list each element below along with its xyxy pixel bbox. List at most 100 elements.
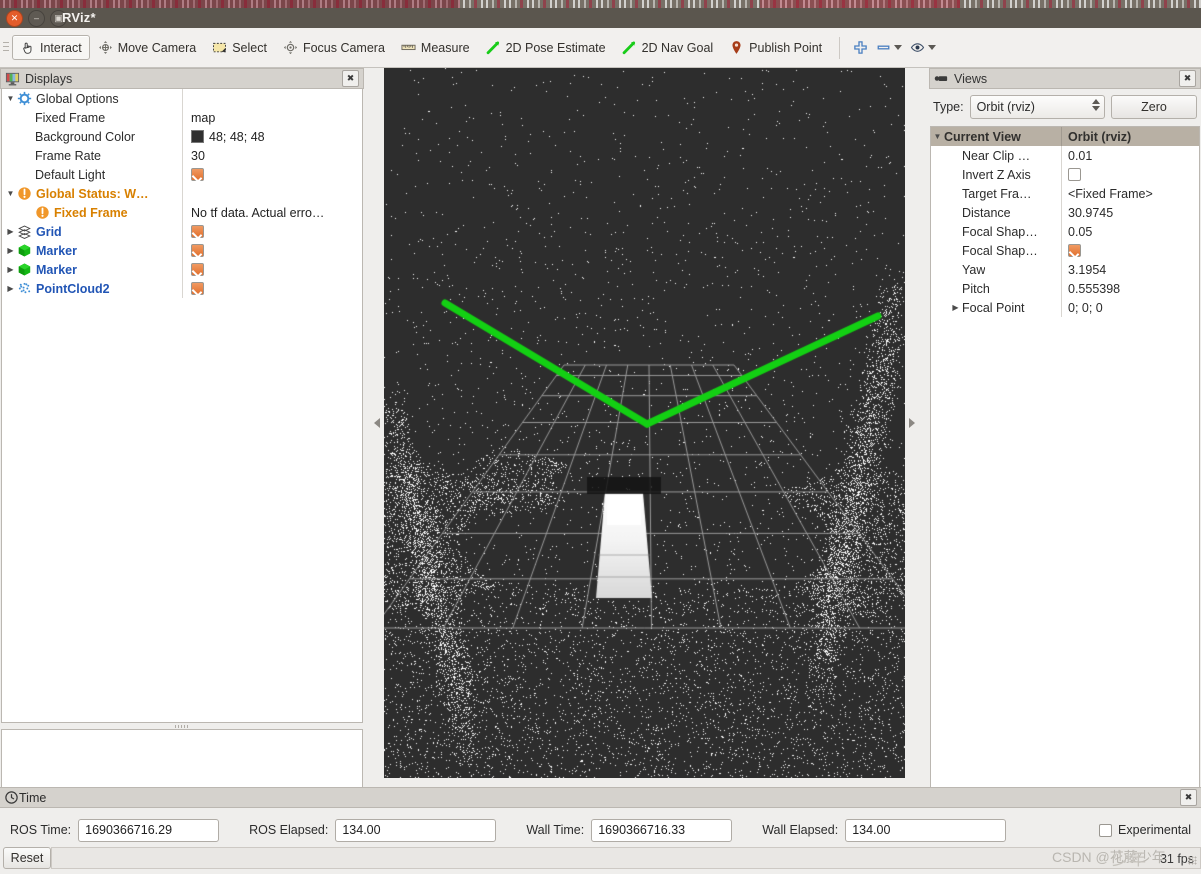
tree-label-cell[interactable]: Background Color xyxy=(2,127,183,146)
display-tree-row[interactable]: ▼Global Options xyxy=(2,89,362,108)
tool-2d-pose-estimate[interactable]: 2D Pose Estimate xyxy=(478,35,614,60)
tree-label-cell[interactable]: ▶PointCloud2 xyxy=(2,279,183,298)
spinner-arrows-icon[interactable] xyxy=(1092,99,1100,111)
views-label-cell[interactable]: Focal Shap… xyxy=(931,241,1062,260)
views-tree-row[interactable]: Invert Z Axis xyxy=(931,165,1199,184)
close-icon[interactable]: ✖ xyxy=(1179,70,1196,87)
views-property-value[interactable]: <Fixed Frame> xyxy=(1062,184,1199,203)
visibility-checkbox[interactable] xyxy=(191,282,204,295)
tool-move-camera[interactable]: Move Camera xyxy=(90,35,205,60)
views-tree-row[interactable]: Focal Shap…0.05 xyxy=(931,222,1199,241)
display-tree-row[interactable]: Fixed FrameNo tf data. Actual erro… xyxy=(2,203,362,222)
wall-elapsed-input[interactable]: 134.00 xyxy=(845,819,1006,842)
display-tree-row[interactable]: ▶Marker xyxy=(2,260,362,279)
tree-value[interactable]: 30 xyxy=(183,146,362,165)
visibility-checkbox[interactable] xyxy=(191,225,204,238)
chevron-down-icon[interactable] xyxy=(894,45,902,50)
tree-value[interactable]: map xyxy=(183,108,362,127)
minimize-icon[interactable]: – xyxy=(28,10,45,27)
property-checkbox[interactable] xyxy=(1068,244,1081,257)
chevron-down-icon[interactable]: ▼ xyxy=(4,189,17,198)
chevron-right-icon[interactable]: ▶ xyxy=(4,265,17,274)
views-property-value[interactable]: 3.1954 xyxy=(1062,260,1199,279)
views-property-value[interactable]: 0; 0; 0 xyxy=(1062,298,1199,317)
experimental-checkbox[interactable] xyxy=(1099,824,1112,837)
display-tree-row[interactable]: Frame Rate30 xyxy=(2,146,362,165)
experimental-toggle[interactable]: Experimental xyxy=(1099,823,1191,837)
view-type-select[interactable]: Orbit (rviz) xyxy=(970,95,1105,119)
tree-label-cell[interactable]: ▶Marker xyxy=(2,241,183,260)
close-icon[interactable]: ✖ xyxy=(1180,789,1197,806)
tree-label-cell[interactable]: ▼Global Options xyxy=(2,89,183,108)
tree-label-cell[interactable]: Frame Rate xyxy=(2,146,183,165)
tool-measure[interactable]: Measure xyxy=(393,35,478,60)
chevron-right-icon[interactable]: ▶ xyxy=(4,227,17,236)
property-checkbox[interactable] xyxy=(1068,168,1081,181)
views-label-cell[interactable]: Distance xyxy=(931,203,1062,222)
views-tree-row[interactable]: Pitch0.555398 xyxy=(931,279,1199,298)
display-tree-row[interactable]: ▶PointCloud2 xyxy=(2,279,362,298)
toolbar-grip[interactable] xyxy=(3,42,9,53)
tree-value[interactable] xyxy=(183,260,362,279)
display-tree-row[interactable]: ▼Global Status: W… xyxy=(2,184,362,203)
wall-time-input[interactable]: 1690366716.33 xyxy=(591,819,732,842)
display-tree-row[interactable]: ▶Grid xyxy=(2,222,362,241)
views-property-value[interactable]: 0.05 xyxy=(1062,222,1199,241)
tool-publish-point[interactable]: Publish Point xyxy=(721,35,830,60)
tree-value[interactable] xyxy=(183,222,362,241)
3d-scene-canvas[interactable] xyxy=(384,68,905,778)
display-tree-row[interactable]: Default Light xyxy=(2,165,362,184)
chevron-right-icon[interactable]: ▶ xyxy=(949,303,962,312)
views-property-value[interactable] xyxy=(1062,165,1199,184)
chevron-right-icon[interactable]: ▶ xyxy=(4,284,17,293)
views-label-cell[interactable]: Target Fra… xyxy=(931,184,1062,203)
views-property-value[interactable]: 0.01 xyxy=(1062,146,1199,165)
tool-2d-nav-goal[interactable]: 2D Nav Goal xyxy=(614,35,722,60)
views-property-value[interactable]: 30.9745 xyxy=(1062,203,1199,222)
ros-time-input[interactable]: 1690366716.29 xyxy=(78,819,219,842)
tree-value[interactable] xyxy=(183,165,362,184)
views-tree-row[interactable]: Yaw3.1954 xyxy=(931,260,1199,279)
chevron-down-icon[interactable]: ▼ xyxy=(931,132,944,141)
views-tree-row[interactable]: Target Fra…<Fixed Frame> xyxy=(931,184,1199,203)
tree-label-cell[interactable]: Fixed Frame xyxy=(2,203,183,222)
current-view-label-cell[interactable]: ▼Current View xyxy=(931,127,1062,146)
tree-label-cell[interactable]: ▼Global Status: W… xyxy=(2,184,183,203)
ros-elapsed-input[interactable]: 134.00 xyxy=(335,819,496,842)
views-property-value[interactable]: 0.555398 xyxy=(1062,279,1199,298)
tool-select[interactable]: Select xyxy=(204,35,275,60)
left-collapse-handle[interactable] xyxy=(370,68,384,778)
display-tree-row[interactable]: ▶Marker xyxy=(2,241,362,260)
chevron-down-icon[interactable] xyxy=(928,45,936,50)
tree-label-cell[interactable]: Fixed Frame xyxy=(2,108,183,127)
close-icon[interactable]: ✖ xyxy=(342,70,359,87)
color-swatch[interactable] xyxy=(191,130,204,143)
views-label-cell[interactable]: Pitch xyxy=(931,279,1062,298)
views-label-cell[interactable]: Yaw xyxy=(931,260,1062,279)
visibility-checkbox[interactable] xyxy=(191,244,204,257)
tree-value[interactable]: 48; 48; 48 xyxy=(183,127,362,146)
tree-value[interactable] xyxy=(183,184,362,203)
toolbar-eye-icon[interactable] xyxy=(906,38,940,57)
zero-button[interactable]: Zero xyxy=(1111,95,1197,119)
views-label-cell[interactable]: ▶Focal Point xyxy=(931,298,1062,317)
toolbar-minus-icon[interactable] xyxy=(872,38,906,57)
tool-interact[interactable]: Interact xyxy=(12,35,90,60)
displays-tree[interactable]: ▼Global OptionsFixed FramemapBackground … xyxy=(1,89,363,723)
tree-value[interactable]: No tf data. Actual erro… xyxy=(183,203,362,222)
chevron-right-icon[interactable]: ▶ xyxy=(4,246,17,255)
visibility-checkbox[interactable] xyxy=(191,263,204,276)
views-tree-row[interactable]: ▶Focal Point0; 0; 0 xyxy=(931,298,1199,317)
resize-grip[interactable] xyxy=(1188,856,1197,865)
tree-label-cell[interactable]: ▶Marker xyxy=(2,260,183,279)
views-tree-row[interactable]: Focal Shap… xyxy=(931,241,1199,260)
right-collapse-handle[interactable] xyxy=(905,68,919,778)
tree-value[interactable] xyxy=(183,279,362,298)
tree-label-cell[interactable]: Default Light xyxy=(2,165,183,184)
tree-label-cell[interactable]: ▶Grid xyxy=(2,222,183,241)
chevron-down-icon[interactable]: ▼ xyxy=(4,94,17,103)
display-tree-row[interactable]: Background Color48; 48; 48 xyxy=(2,127,362,146)
toolbar-plus-icon[interactable] xyxy=(849,38,872,57)
render-viewport[interactable] xyxy=(384,68,905,778)
views-tree-row[interactable]: Distance30.9745 xyxy=(931,203,1199,222)
